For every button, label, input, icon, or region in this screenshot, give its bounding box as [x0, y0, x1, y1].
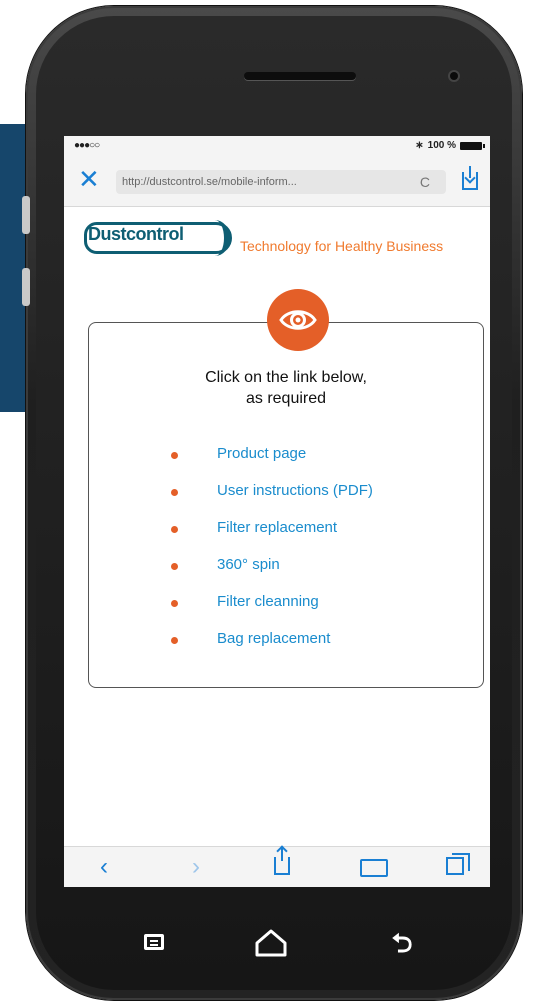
home-key[interactable] — [254, 928, 294, 958]
link-filter-cleaning[interactable]: Filter cleanning — [217, 593, 319, 610]
phone-screen: ●●●○○ ∗ 100 % ✕ http://dustcontrol.se/mo… — [64, 136, 490, 887]
bullet-icon — [171, 452, 178, 459]
close-icon[interactable]: ✕ — [78, 166, 100, 192]
bluetooth-icon: ∗ — [415, 140, 424, 151]
url-text: http://dustcontrol.se/mobile-inform... — [122, 176, 297, 188]
link-bag-replacement[interactable]: Bag replacement — [217, 630, 330, 647]
signal-indicator: ●●●○○ — [74, 140, 100, 151]
volume-down-button[interactable] — [22, 268, 30, 306]
url-field[interactable]: http://dustcontrol.se/mobile-inform... C — [116, 170, 446, 194]
menu-key[interactable] — [136, 928, 176, 958]
menu-icon-line — [150, 940, 158, 942]
card-heading: Click on the link below, as required — [89, 367, 483, 409]
menu-icon-line — [150, 944, 158, 946]
address-bar: ✕ http://dustcontrol.se/mobile-inform...… — [64, 158, 490, 207]
status-bar: ●●●○○ ∗ 100 % — [64, 136, 490, 158]
heading-line-2: as required — [245, 390, 327, 407]
bullet-icon — [171, 489, 178, 496]
reload-icon[interactable]: C — [420, 170, 430, 194]
forward-icon[interactable]: › — [192, 855, 200, 879]
eye-icon — [267, 289, 329, 351]
back-key[interactable]: ⮌ — [382, 928, 422, 958]
battery-percent: 100 % — [427, 140, 456, 151]
volume-up-button[interactable] — [22, 196, 30, 234]
logo-text: Dustcontrol — [88, 224, 184, 244]
bullet-icon — [171, 600, 178, 607]
link-user-instructions[interactable]: User instructions (PDF) — [217, 482, 373, 499]
browser-toolbar: ‹ › — [64, 846, 490, 887]
home-icon — [255, 929, 287, 957]
front-camera — [450, 72, 458, 80]
speaker-grill — [244, 72, 356, 80]
site-header: Dustcontrol Technology for Healthy Busin… — [64, 210, 490, 264]
tagline: Technology for Healthy Business — [240, 238, 444, 254]
link-360-spin[interactable]: 360° spin — [217, 556, 280, 573]
battery-icon — [460, 141, 485, 150]
heading-line-1: Click on the link below, — [205, 369, 367, 386]
bullet-icon — [171, 526, 178, 533]
link-product-page[interactable]: Product page — [217, 445, 306, 462]
back-icon[interactable]: ‹ — [100, 855, 108, 879]
tabs-icon[interactable] — [446, 853, 470, 875]
links-card: Click on the link below, as required Pro… — [88, 289, 484, 688]
battery-status: ∗ 100 % — [415, 140, 485, 151]
logo-swoosh — [200, 220, 230, 256]
share-icon[interactable] — [274, 847, 290, 875]
download-icon[interactable] — [462, 166, 478, 190]
menu-icon — [144, 934, 164, 950]
bookmarks-icon[interactable] — [360, 859, 388, 877]
bullet-icon — [171, 563, 178, 570]
link-filter-replacement[interactable]: Filter replacement — [217, 519, 337, 536]
bullet-icon — [171, 637, 178, 644]
